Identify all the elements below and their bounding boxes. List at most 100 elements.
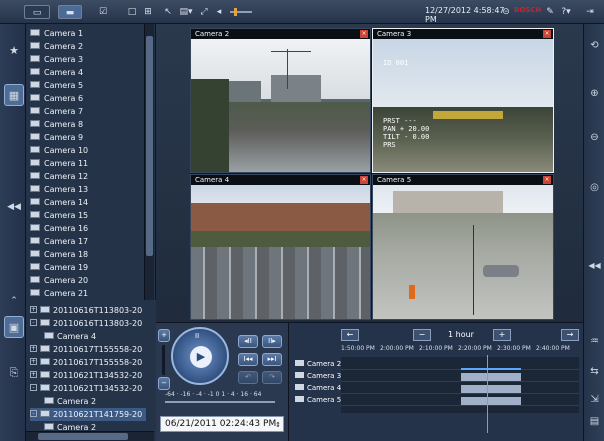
time-input[interactable]: 06/21/2011 02:24:43 PM ⇕ [160, 416, 284, 432]
export-icon[interactable]: ⇆ [586, 364, 603, 380]
jog-shuttle-dial[interactable]: II ▶ [171, 327, 229, 385]
close-icon[interactable]: × [543, 30, 551, 38]
camera-tree-tab-icon[interactable]: ▦ [4, 84, 24, 106]
audio-icon[interactable]: ◂ [214, 5, 224, 19]
camera-list-item[interactable]: Camera 16 [30, 222, 148, 235]
timeline-prev-button[interactable]: ← [341, 329, 359, 341]
zoom-in-icon[interactable]: ⊕ [586, 86, 603, 102]
expand-icon[interactable]: + [30, 345, 37, 352]
zoom-out-icon[interactable]: ⊖ [586, 130, 603, 146]
camera-list-item[interactable]: Camera 21 [30, 287, 148, 300]
collapse-icon[interactable]: - [30, 384, 37, 391]
camera-list-scrollbar[interactable] [144, 24, 154, 300]
timeline-row[interactable] [341, 395, 579, 406]
tools-icon[interactable]: ✎ [545, 5, 555, 19]
timeline-grid[interactable] [341, 357, 579, 413]
tree-recording-item[interactable]: +20110617T155558-20 [30, 356, 146, 369]
tree-camera-item[interactable]: Camera 2 [44, 395, 146, 408]
camera-list-item[interactable]: Camera 14 [30, 196, 148, 209]
camera-list-item[interactable]: Camera 4 [30, 66, 148, 79]
play-button[interactable]: ▶ [190, 346, 212, 368]
zoom-slider[interactable] [162, 345, 165, 375]
collapse-left-icon[interactable]: ◀◀ [4, 196, 24, 218]
tree-recording-item[interactable]: - 20110616T113803-20 [30, 317, 146, 330]
loop-forward-button[interactable]: ↷ [262, 371, 282, 384]
playback-mode-button[interactable]: ▬ [58, 5, 82, 19]
grid-view-icon[interactable]: ⊞ [142, 5, 154, 19]
video-tile-camera-3[interactable]: Camera 3 × ID 001 PRST --- PAN + 20.00 T… [372, 28, 554, 173]
timeline-cursor[interactable] [487, 355, 488, 433]
camera-list-item[interactable]: Camera 10 [30, 144, 148, 157]
camera-list-item[interactable]: Camera 18 [30, 248, 148, 261]
timeline-next-button[interactable]: → [561, 329, 579, 341]
fullscreen-icon[interactable]: ⤢ [198, 5, 210, 19]
tree-recording-item[interactable]: +20110616T113803-20 [30, 304, 146, 317]
report-icon[interactable]: ▤ [586, 414, 603, 430]
timeline-row[interactable] [341, 359, 579, 370]
ptz-icon[interactable]: ⟲ [586, 38, 603, 54]
tree-recording-item[interactable]: - 20110621T141759-20 [30, 408, 146, 421]
close-icon[interactable]: × [543, 176, 551, 184]
camera-list-item[interactable]: Camera 5 [30, 79, 148, 92]
zoom-out-timeline-button[interactable]: − [413, 329, 431, 341]
focus-icon[interactable]: ◎ [586, 180, 603, 196]
camera-list-item[interactable]: Camera 13 [30, 183, 148, 196]
collapse-icon[interactable]: - [30, 410, 37, 417]
zoom-plus-button[interactable]: + [158, 329, 170, 342]
close-icon[interactable]: × [360, 30, 368, 38]
camera-list-item[interactable]: Camera 3 [30, 53, 148, 66]
help-icon[interactable]: ?▾ [558, 5, 574, 19]
tree-recording-item[interactable]: +20110621T134532-20 [30, 369, 146, 382]
export-tab-icon[interactable]: ⎘ [4, 362, 24, 384]
zoom-in-timeline-button[interactable]: + [493, 329, 511, 341]
camera-list-item[interactable]: Camera 2 [30, 40, 148, 53]
playback-tab-icon[interactable]: ♒ [586, 334, 603, 350]
video-tile-camera-2[interactable]: Camera 2 × [190, 28, 371, 173]
rewind-button[interactable]: I◂◂ [238, 353, 258, 366]
speed-slider[interactable] [165, 401, 275, 403]
camera-list-item[interactable]: Camera 6 [30, 92, 148, 105]
expand-icon[interactable]: + [30, 358, 37, 365]
step-forward-button[interactable]: II▸ [262, 335, 282, 348]
scroll-thumb[interactable] [38, 433, 128, 440]
logout-icon[interactable]: ⇥ [584, 5, 596, 19]
camera-list-item[interactable]: Camera 19 [30, 261, 148, 274]
volume-slider[interactable] [228, 5, 254, 19]
loop-back-button[interactable]: ↶ [238, 371, 258, 384]
tree-recording-item[interactable]: +20110617T155558-20 [30, 343, 146, 356]
checkbox-icon[interactable]: ☑ [96, 5, 110, 19]
expand-icon[interactable]: + [30, 306, 37, 313]
bookmark-icon[interactable]: ⇲ [586, 392, 603, 408]
camera-list-item[interactable]: Camera 7 [30, 105, 148, 118]
step-back-button[interactable]: ◂II [238, 335, 258, 348]
tree-camera-item[interactable]: Camera 4 [44, 330, 146, 343]
pointer-icon[interactable]: ↖ [162, 5, 174, 19]
close-icon[interactable]: × [360, 176, 368, 184]
rail-collapse-icon[interactable]: ⌃ [4, 290, 24, 312]
live-mode-button[interactable]: ▭ [24, 5, 50, 19]
scroll-thumb[interactable] [146, 36, 153, 256]
tree-recording-item[interactable]: - 20110621T134532-20 [30, 382, 146, 395]
image-settings-icon[interactable]: ▤▾ [178, 5, 194, 19]
camera-list-item[interactable]: Camera 12 [30, 170, 148, 183]
camera-list-item[interactable]: Camera 11 [30, 157, 148, 170]
collapse-right-icon[interactable]: ◀◀ [586, 258, 603, 274]
camera-list-item[interactable]: Camera 1 [30, 27, 148, 40]
collapse-icon[interactable]: - [30, 319, 37, 326]
favorites-star-icon[interactable]: ★ [4, 40, 24, 62]
recordings-tab-icon[interactable]: ▣ [4, 316, 24, 338]
camera-list-item[interactable]: Camera 15 [30, 209, 148, 222]
expand-icon[interactable]: + [30, 371, 37, 378]
video-tile-camera-4[interactable]: Camera 4 × [190, 174, 371, 320]
camera-list-item[interactable]: Camera 17 [30, 235, 148, 248]
single-view-icon[interactable]: □ [126, 5, 138, 19]
time-spinner-icon[interactable]: ⇕ [275, 418, 281, 432]
tree-horizontal-scrollbar[interactable] [26, 431, 154, 441]
video-tile-camera-5[interactable]: Camera 5 × [372, 174, 554, 320]
fast-forward-button[interactable]: ▸▸I [262, 353, 282, 366]
timeline-row[interactable] [341, 371, 579, 382]
camera-list-item[interactable]: Camera 9 [30, 131, 148, 144]
zoom-minus-button[interactable]: − [158, 377, 170, 390]
camera-list-item[interactable]: Camera 8 [30, 118, 148, 131]
camera-list-item[interactable]: Camera 20 [30, 274, 148, 287]
